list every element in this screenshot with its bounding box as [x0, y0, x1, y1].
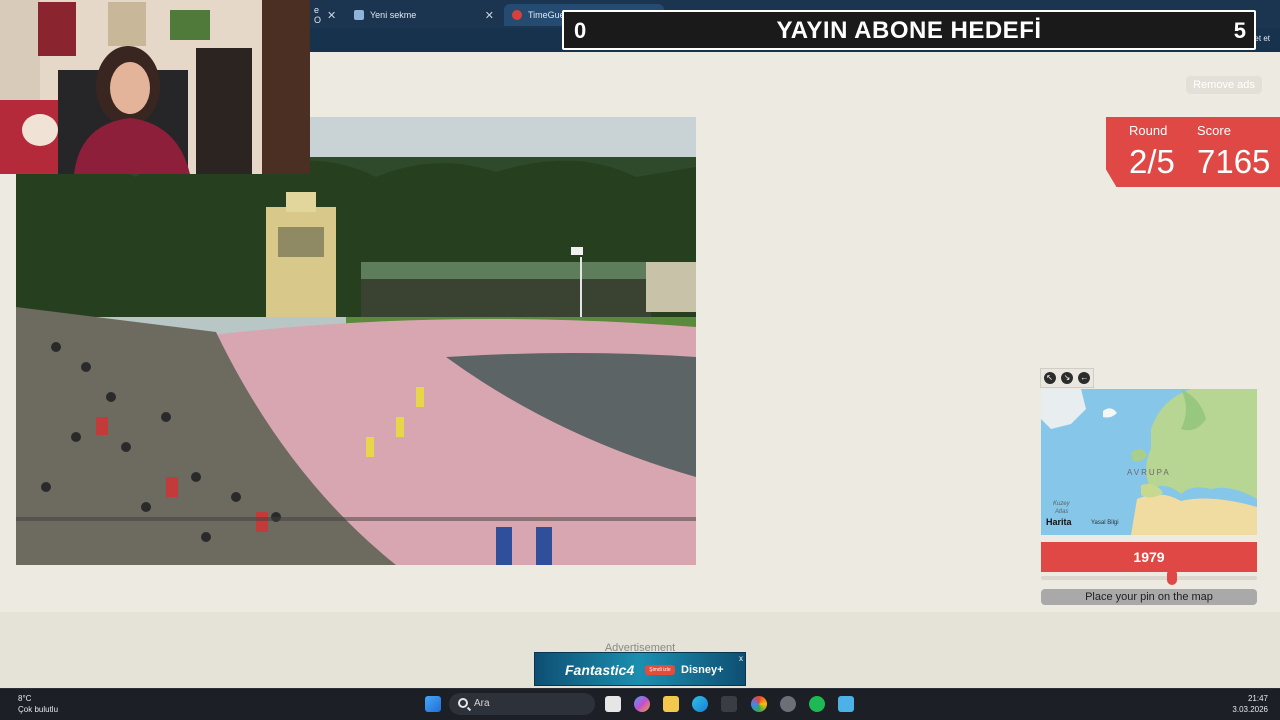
tab-label: e O — [314, 5, 322, 25]
clock-time: 21:47 — [1247, 694, 1268, 703]
spotify-icon[interactable] — [809, 696, 825, 712]
windows-start-icon[interactable] — [425, 696, 441, 712]
weather-widget[interactable]: 8°C Çok bulutlu — [18, 693, 58, 715]
copilot-app-icon[interactable] — [634, 696, 650, 712]
webcam-image — [0, 0, 310, 174]
map-legal-link[interactable]: Yasal Bilgi — [1091, 520, 1119, 526]
score-value: 7165 — [1197, 143, 1271, 180]
search-label: Ara — [474, 698, 490, 709]
subscriber-goal-overlay: 0 YAYIN ABONE HEDEFİ 5 — [562, 10, 1256, 50]
taskbar-search[interactable]: Ara — [449, 693, 595, 715]
round-value: 2/5 — [1129, 143, 1175, 180]
map-controls: ↖ ↘ ← — [1040, 368, 1094, 388]
weather-condition: Çok bulutlu — [18, 705, 59, 714]
clock-date: 3.03.2026 — [1232, 705, 1268, 714]
tab-previous[interactable]: e O ✕ — [306, 4, 344, 26]
score-label: Score — [1197, 123, 1231, 138]
chrome-icon[interactable] — [751, 696, 767, 712]
expand-map-icon[interactable]: ↖ — [1043, 372, 1056, 384]
map-brand-label: Harita — [1046, 517, 1072, 527]
streamer-webcam — [0, 0, 310, 174]
ad-title: Fantastic4 — [565, 662, 635, 678]
task-view-icon[interactable] — [605, 696, 621, 712]
file-explorer-icon[interactable] — [663, 696, 679, 712]
ad-close-icon[interactable]: x — [739, 654, 743, 663]
edge-browser-icon[interactable] — [692, 696, 708, 712]
microsoft-store-icon[interactable] — [721, 696, 737, 712]
obs-icon[interactable] — [780, 696, 796, 712]
subscriber-goal-target: 5 — [1233, 18, 1246, 43]
subscriber-goal-title: YAYIN ABONE HEDEFİ — [776, 17, 1042, 44]
temperature: 8°C — [18, 694, 32, 703]
timeguessr-favicon-icon — [512, 10, 522, 20]
place-pin-button[interactable]: Place your pin on the map — [1041, 589, 1257, 605]
guess-map[interactable]: AVRUPA Kuzey Atlas Harita Yasal Bilgi — [1041, 389, 1257, 535]
remove-ads-button[interactable]: Remove ads — [1186, 76, 1262, 94]
year-slider-thumb[interactable] — [1166, 569, 1177, 585]
ad-cta-button[interactable]: Şimdi izle — [645, 665, 675, 675]
taskbar-clock[interactable]: 21:47 3.03.2026 — [1232, 693, 1268, 715]
year-display: 1979 — [1041, 542, 1257, 572]
year-slider-track[interactable] — [1041, 576, 1257, 580]
ad-banner[interactable]: Fantastic4 Şimdi izle Disney+ x — [534, 652, 746, 686]
tab-label: Yeni sekme — [370, 10, 417, 20]
map-ocean-label: Kuzey — [1053, 501, 1070, 507]
ad-brand: Disney+ — [681, 664, 724, 676]
apple-maps-logo: Harita — [1046, 517, 1072, 527]
map-region-label: AVRUPA — [1127, 468, 1171, 477]
shrink-map-icon[interactable]: ↘ — [1060, 372, 1073, 384]
search-icon — [458, 698, 468, 708]
close-icon[interactable]: ✕ — [485, 9, 494, 22]
pin-map-icon[interactable]: ← — [1078, 372, 1091, 384]
round-photo — [16, 117, 696, 565]
notepad-icon[interactable] — [838, 696, 854, 712]
europe-map-image — [1041, 389, 1257, 535]
close-icon[interactable]: ✕ — [327, 9, 336, 22]
page-icon — [354, 10, 364, 20]
score-panel: Round Score 2/5 7165 — [1106, 117, 1280, 187]
tab-new[interactable]: Yeni sekme ✕ — [346, 4, 502, 26]
map-ocean-label-2: Atlas — [1055, 509, 1069, 515]
stadium-photo-image — [16, 117, 696, 565]
round-label: Round — [1129, 123, 1168, 138]
